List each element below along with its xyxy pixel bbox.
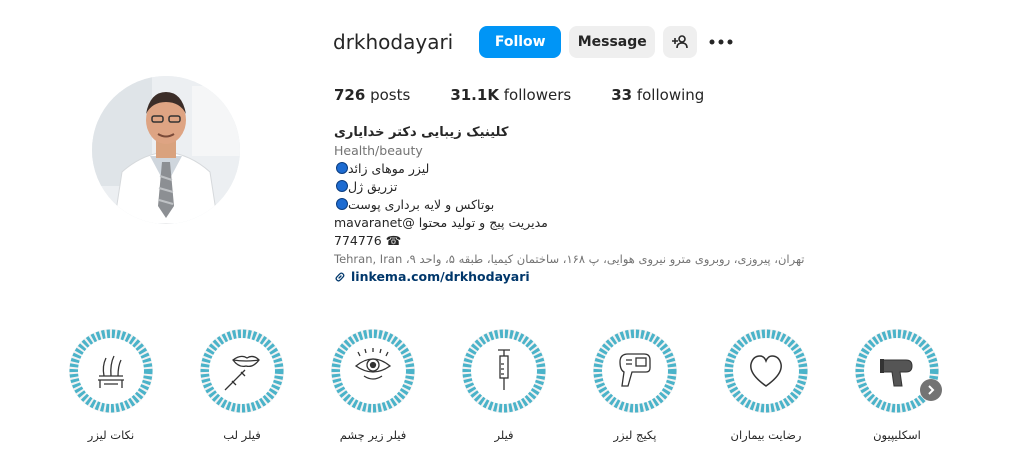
highlight-ring bbox=[593, 329, 677, 413]
profile-bio: کلینیک زیبایی دکتر خدایاری Health/beauty… bbox=[334, 124, 834, 286]
highlight-ring bbox=[331, 329, 415, 413]
story-highlights: نکات لیزر فیلر لب فیلر زیر چشم فیلر پکیج… bbox=[56, 328, 956, 448]
message-button[interactable]: Message bbox=[569, 26, 656, 58]
bio-line-management: مدیریت پیج و تولید محتوا @mavaranet bbox=[334, 215, 548, 230]
suggested-accounts-button[interactable] bbox=[663, 26, 698, 58]
profile-category: Health/beauty bbox=[334, 143, 423, 158]
bio-line-1-text: لیزر موهای زائد bbox=[348, 161, 430, 176]
highlight-item[interactable]: فیلر زیر چشم bbox=[318, 328, 428, 442]
following-stat[interactable]: 33 following bbox=[611, 86, 704, 104]
following-count: 33 bbox=[611, 86, 633, 104]
chevron-right-icon bbox=[928, 385, 935, 395]
highlight-item[interactable]: فیلر bbox=[449, 328, 559, 442]
highlight-item[interactable]: پکیج لیزر bbox=[580, 328, 690, 442]
phone-number: 774776 bbox=[334, 233, 382, 248]
highlights-next-button[interactable] bbox=[920, 379, 942, 401]
highlight-ring bbox=[200, 329, 284, 413]
profile-avatar[interactable] bbox=[92, 76, 240, 224]
blue-circle-icon bbox=[336, 162, 348, 174]
blue-circle-icon bbox=[336, 180, 348, 192]
bio-line-laser: لیزر موهای زائد bbox=[334, 160, 834, 178]
bio-line-3-text: بوتاکس و لایه برداری پوست bbox=[348, 197, 495, 212]
highlight-label: پکیج لیزر bbox=[613, 428, 657, 442]
bio-line-gel: تزریق ژل bbox=[334, 178, 834, 196]
bio-line-2-text: تزریق ژل bbox=[348, 179, 398, 194]
profile-name: کلینیک زیبایی دکتر خدایاری bbox=[334, 125, 509, 140]
posts-stat: 726 posts bbox=[334, 86, 410, 104]
followers-stat[interactable]: 31.1K followers bbox=[450, 86, 571, 104]
followers-count: 31.1K bbox=[450, 86, 499, 104]
link-icon bbox=[335, 272, 345, 282]
bio-address: تهران، پیروزی، روبروی مترو نیروی هوایی، … bbox=[334, 252, 805, 266]
following-label: following bbox=[636, 86, 705, 104]
bio-link-text: linkema.com/drkhodayari bbox=[351, 269, 530, 284]
bio-line-botox: بوتاکس و لایه برداری پوست bbox=[334, 196, 834, 214]
telephone-icon: ☎ bbox=[385, 233, 402, 248]
profile-header: drkhodayari Follow Message bbox=[333, 25, 741, 59]
follow-button[interactable]: Follow bbox=[479, 26, 562, 58]
highlight-ring bbox=[69, 329, 153, 413]
highlight-ring bbox=[462, 329, 546, 413]
options-button[interactable] bbox=[701, 26, 741, 58]
bio-phone: 774776 ☎ bbox=[334, 232, 834, 250]
highlight-label: اسکلیپیون bbox=[873, 428, 921, 442]
highlight-label: فیلر زیر چشم bbox=[339, 428, 407, 442]
highlight-label: نکات لیزر bbox=[87, 428, 135, 442]
bio-link[interactable]: linkema.com/drkhodayari bbox=[334, 268, 834, 286]
highlight-ring bbox=[724, 329, 808, 413]
highlight-item[interactable]: نکات لیزر bbox=[56, 328, 166, 442]
highlight-item[interactable]: رضایت بیماران bbox=[711, 328, 821, 442]
blue-circle-icon bbox=[336, 198, 348, 210]
highlight-label: فیلر لب bbox=[223, 428, 261, 442]
highlight-label: رضایت بیماران bbox=[730, 428, 802, 442]
highlight-item[interactable]: فیلر لب bbox=[187, 328, 297, 442]
avatar-photo bbox=[92, 76, 240, 224]
highlight-ring bbox=[855, 329, 939, 413]
posts-label: posts bbox=[370, 86, 411, 104]
username: drkhodayari bbox=[333, 30, 454, 54]
add-person-icon bbox=[672, 35, 689, 49]
posts-count: 726 bbox=[334, 86, 366, 104]
more-options-icon bbox=[709, 39, 733, 45]
profile-stats: 726 posts 31.1K followers 33 following bbox=[334, 86, 744, 104]
followers-label: followers bbox=[503, 86, 572, 104]
highlight-label: فیلر bbox=[494, 428, 514, 442]
